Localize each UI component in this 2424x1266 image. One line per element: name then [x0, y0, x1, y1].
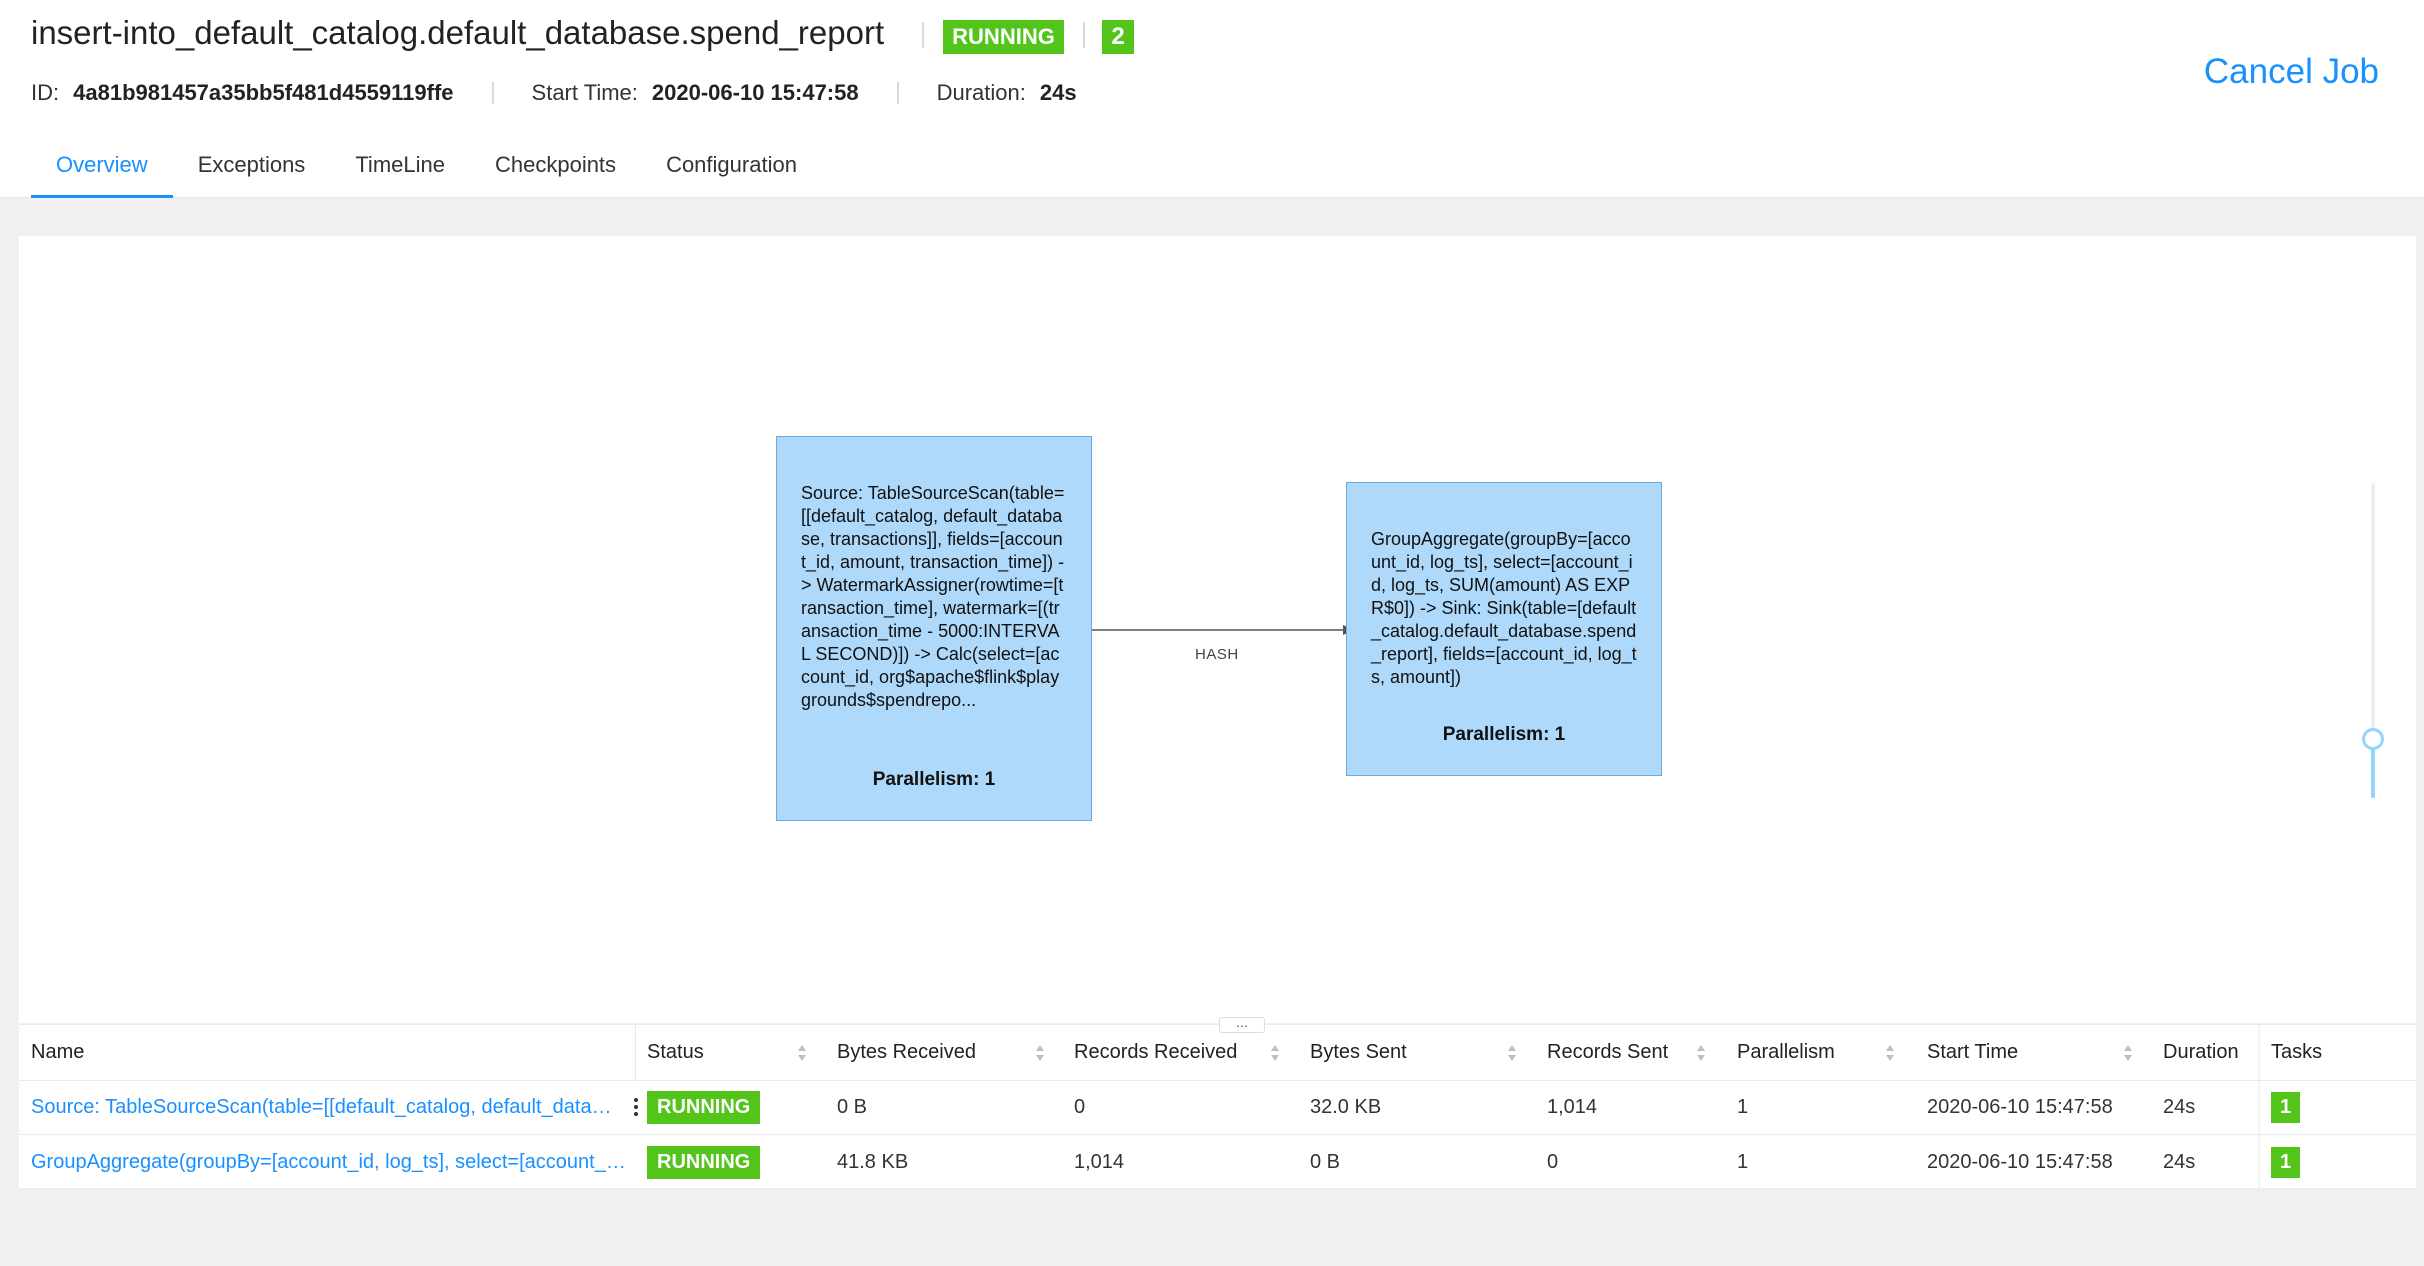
records-sent-cell: 0	[1547, 1150, 1559, 1173]
tab-configuration[interactable]: Configuration	[641, 148, 822, 195]
tab-checkpoints[interactable]: Checkpoints	[470, 148, 641, 195]
divider	[635, 1025, 636, 1080]
vertex-name-link[interactable]: Source: TableSourceScan(table=[[default_…	[31, 1096, 621, 1119]
zoom-slider-handle[interactable]	[2362, 728, 2384, 750]
tab-overview[interactable]: Overview	[31, 148, 173, 198]
sort-icon[interactable]	[1507, 1043, 1517, 1063]
table-header-row: Name Status Bytes Received Records Recei…	[19, 1024, 2416, 1081]
vertex-name-cell: Source: TableSourceScan(table=[[default_…	[31, 1080, 621, 1134]
column-header-records-received[interactable]: Records Received	[1074, 1025, 1237, 1080]
divider	[491, 82, 494, 104]
job-meta-row: ID: 4a81b981457a35bb5f481d4559119ffe Sta…	[31, 80, 1077, 106]
divider	[896, 82, 899, 104]
tab-exceptions[interactable]: Exceptions	[173, 148, 331, 195]
sort-icon[interactable]	[1885, 1043, 1895, 1063]
start-time-cell: 2020-06-10 15:47:58	[1927, 1150, 2113, 1173]
sticky-column-shadow	[2258, 1024, 2261, 1188]
bytes-received-cell: 0 B	[837, 1095, 868, 1118]
start-time-cell: 2020-06-10 15:47:58	[1927, 1095, 2113, 1118]
sort-icon[interactable]	[1035, 1043, 1045, 1063]
job-status-badge: RUNNING	[943, 20, 1064, 54]
job-tabs: Overview Exceptions TimeLine Checkpoints…	[31, 148, 822, 198]
job-graph-canvas[interactable]: Source: TableSourceScan(table=[[default_…	[19, 236, 2416, 1023]
job-header: insert-into_default_catalog.default_data…	[0, 0, 2424, 198]
node-description: Source: TableSourceScan(table=[[default_…	[801, 483, 1065, 710]
parallelism-cell: 1	[1737, 1150, 1749, 1173]
column-header-bytes-sent[interactable]: Bytes Sent	[1310, 1025, 1407, 1080]
node-parallelism: Parallelism: 1	[872, 769, 996, 790]
task-count-badge[interactable]: 1	[2271, 1146, 2300, 1178]
column-header-records-sent[interactable]: Records Sent	[1547, 1025, 1668, 1080]
vertex-name-cell: GroupAggregate(groupBy=[account_id, log_…	[31, 1135, 627, 1189]
job-id-value: 4a81b981457a35bb5f481d4559119ffe	[73, 80, 454, 105]
sort-icon[interactable]	[1270, 1043, 1280, 1063]
graph-node-source[interactable]: Source: TableSourceScan(table=[[default_…	[776, 436, 1092, 821]
bytes-sent-cell: 32.0 KB	[1310, 1095, 1382, 1118]
duration-cell: 24s	[2163, 1150, 2196, 1173]
table-row[interactable]: Source: TableSourceScan(table=[[default_…	[19, 1080, 2416, 1135]
job-title: insert-into_default_catalog.default_data…	[31, 14, 885, 51]
duration-cell: 24s	[2163, 1095, 2196, 1118]
divider	[922, 22, 924, 48]
bytes-sent-cell: 0 B	[1310, 1150, 1341, 1173]
cancel-job-button[interactable]: Cancel Job	[2204, 52, 2379, 92]
start-time-label: Start Time:	[531, 80, 638, 105]
node-parallelism: Parallelism: 1	[1442, 724, 1566, 745]
status-badge: RUNNING	[647, 1090, 761, 1124]
duration-label: Duration:	[936, 80, 1026, 105]
parallelism-cell: 1	[1737, 1095, 1749, 1118]
graph-node-aggregate[interactable]: GroupAggregate(groupBy=[account_id, log_…	[1346, 482, 1662, 776]
node-description: GroupAggregate(groupBy=[account_id, log_…	[1371, 529, 1637, 687]
column-header-name: Name	[31, 1041, 85, 1063]
bytes-received-cell: 41.8 KB	[837, 1150, 909, 1173]
task-count-badge[interactable]: 1	[2271, 1091, 2300, 1123]
more-icon[interactable]	[633, 1097, 639, 1117]
divider	[1083, 22, 1085, 48]
column-header-parallelism[interactable]: Parallelism	[1737, 1025, 1835, 1080]
vertices-table: Name Status Bytes Received Records Recei…	[19, 1024, 2416, 1190]
tab-timeline[interactable]: TimeLine	[330, 148, 470, 195]
column-header-duration: Duration	[2163, 1041, 2239, 1063]
column-header-start-time[interactable]: Start Time	[1927, 1025, 2018, 1080]
panel-resize-handle[interactable]: ...	[1219, 1015, 1265, 1033]
graph-edges	[1092, 625, 1355, 635]
edge-label: HASH	[1195, 646, 1239, 663]
sort-icon[interactable]	[2123, 1043, 2133, 1063]
records-sent-cell: 1,014	[1547, 1095, 1598, 1118]
table-row[interactable]: GroupAggregate(groupBy=[account_id, log_…	[19, 1135, 2416, 1190]
records-received-cell: 1,014	[1074, 1150, 1125, 1173]
duration-value: 24s	[1039, 80, 1077, 105]
job-task-count-badge: 2	[1102, 20, 1134, 54]
sort-icon[interactable]	[1696, 1043, 1706, 1063]
job-id-label: ID:	[31, 80, 60, 105]
start-time-value: 2020-06-10 15:47:58	[651, 80, 859, 105]
column-header-bytes-received[interactable]: Bytes Received	[837, 1025, 976, 1080]
vertex-name-link[interactable]: GroupAggregate(groupBy=[account_id, log_…	[31, 1151, 627, 1174]
column-header-tasks: Tasks	[2271, 1041, 2323, 1063]
status-badge: RUNNING	[647, 1145, 761, 1179]
sort-icon[interactable]	[797, 1043, 807, 1063]
column-header-status[interactable]: Status	[647, 1025, 704, 1080]
records-received-cell: 0	[1074, 1095, 1086, 1118]
